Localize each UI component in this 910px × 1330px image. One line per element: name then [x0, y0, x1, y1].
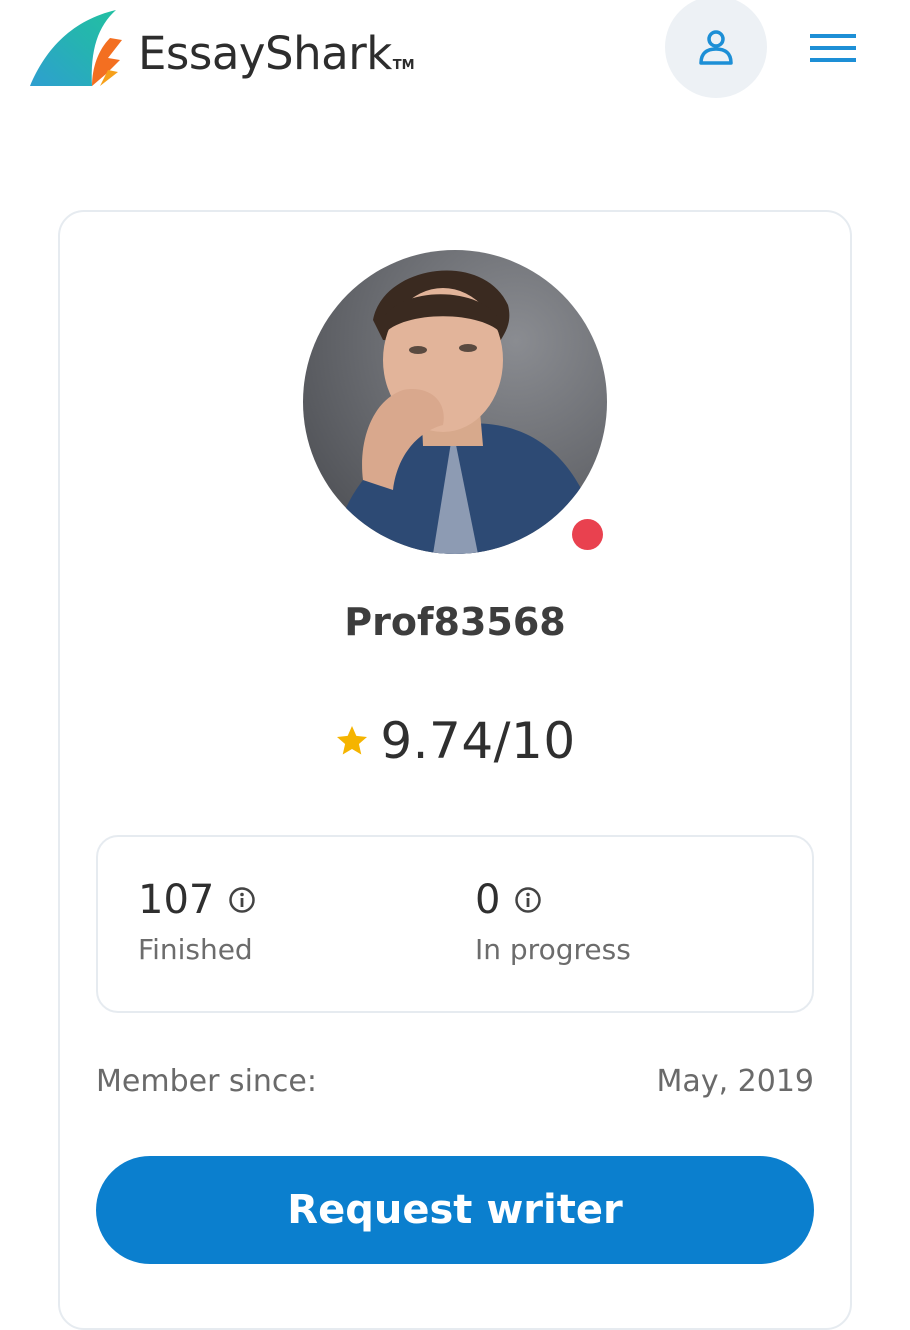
- trademark-mark: TM: [392, 58, 415, 73]
- member-since-label: Member since:: [96, 1064, 317, 1099]
- rating-value: 9.74/10: [380, 712, 576, 770]
- writer-avatar: [303, 250, 607, 554]
- finished-count: 107: [138, 877, 215, 923]
- online-status-dot: [572, 519, 603, 550]
- star-icon: [337, 726, 368, 755]
- info-icon[interactable]: [514, 886, 542, 914]
- essayshark-logo-icon[interactable]: [28, 8, 128, 90]
- in-progress-count: 0: [475, 877, 501, 923]
- in-progress-label: In progress: [475, 933, 631, 966]
- app-header: EssaySharkTM: [0, 0, 910, 110]
- request-writer-button[interactable]: Request writer: [96, 1156, 814, 1264]
- writer-username: Prof83568: [344, 600, 566, 644]
- writer-rating: 9.74/10: [0, 712, 910, 770]
- user-icon: [699, 30, 733, 65]
- stat-finished: 107 Finished: [138, 877, 256, 966]
- member-since-row: Member since: May, 2019: [96, 1064, 814, 1099]
- avatar-photo: [303, 250, 607, 554]
- member-since-value: May, 2019: [656, 1064, 814, 1099]
- brand-name[interactable]: EssaySharkTM: [138, 26, 415, 94]
- hamburger-menu-icon[interactable]: [808, 30, 858, 66]
- user-account-button[interactable]: [665, 0, 767, 98]
- stat-in-progress: 0 In progress: [475, 877, 631, 966]
- brand-text: EssayShark: [138, 27, 392, 80]
- order-stats-box: 107 Finished 0 In progress: [96, 835, 814, 1013]
- finished-label: Finished: [138, 933, 253, 966]
- info-icon[interactable]: [228, 886, 256, 914]
